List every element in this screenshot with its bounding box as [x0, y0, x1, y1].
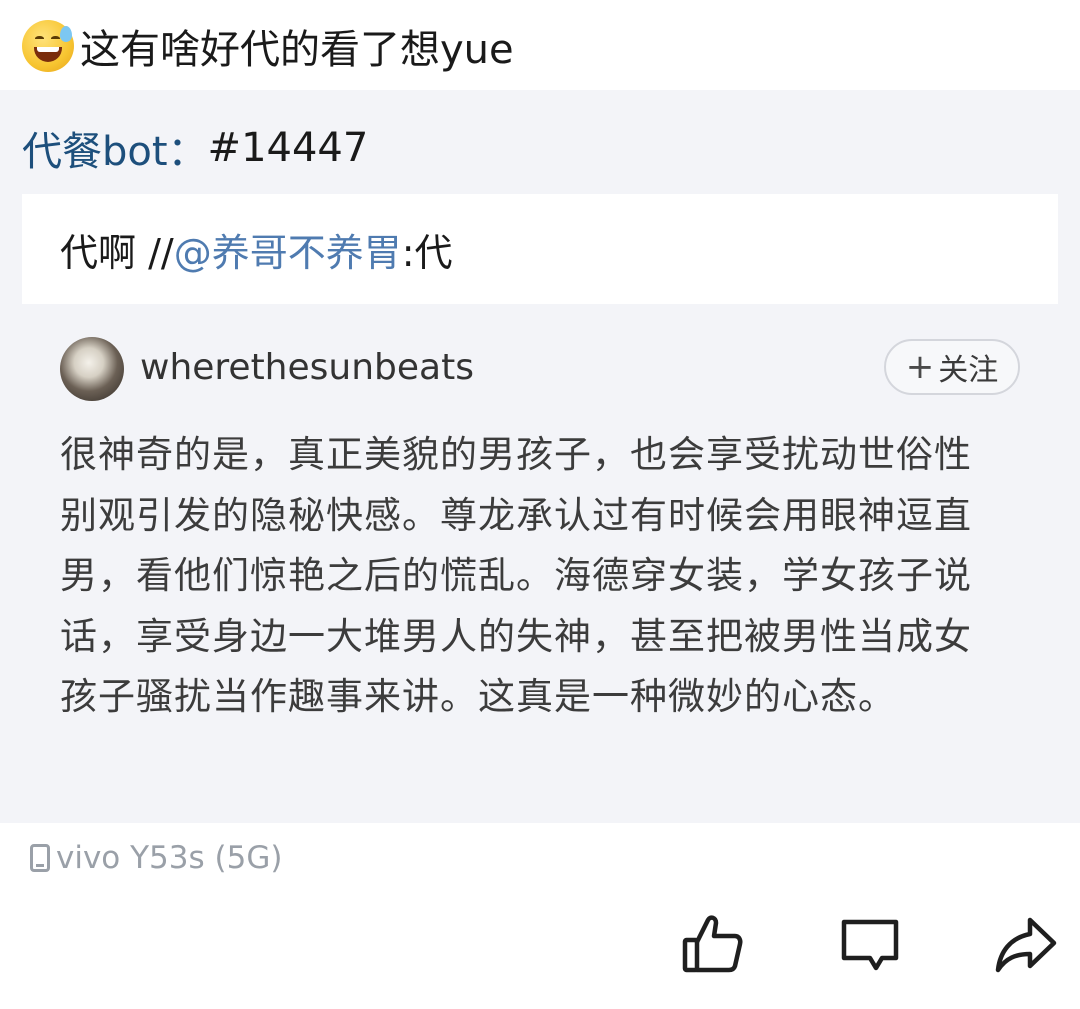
device-line: vivo Y53s (5G) [30, 836, 282, 880]
thumbs-up-icon[interactable] [680, 912, 744, 976]
repost-author-line: 代餐bot： #14447 [22, 120, 368, 176]
comment-prefix: 代啊 // [60, 230, 174, 275]
plus-icon: + [905, 347, 935, 387]
post-text: 这有啥好代的看了想yue [80, 27, 514, 73]
origin-body-text: 很神奇的是，真正美貌的男孩子，也会享受扰动世俗性别观引发的隐秘快感。尊龙承认过有… [60, 433, 972, 718]
device-label: vivo Y53s (5G) [56, 840, 283, 876]
comment-bubble-icon[interactable] [838, 912, 902, 976]
avatar[interactable] [60, 337, 124, 401]
origin-username[interactable]: wherethesunbeats [140, 340, 474, 396]
weibo-post: 这有啥好代的看了想yue 代餐bot： #14447 代啊 // @养哥不养胃 … [0, 0, 1080, 1009]
mention-link[interactable]: @养哥不养胃 [174, 222, 402, 277]
follow-button[interactable]: + 关注 [884, 339, 1020, 395]
sweat-smile-emoji-icon [22, 20, 74, 72]
phone-icon [30, 844, 50, 872]
comment-suffix: :代 [401, 230, 453, 275]
repost-comment-card: 代啊 // @养哥不养胃 :代 [22, 194, 1058, 304]
follow-label: 关注 [938, 353, 999, 388]
bot-tag: #14447 [207, 125, 369, 171]
post-text-line: 这有啥好代的看了想yue [22, 14, 514, 78]
bot-name-link[interactable]: 代餐bot： [22, 119, 208, 177]
share-arrow-icon[interactable] [994, 912, 1058, 976]
